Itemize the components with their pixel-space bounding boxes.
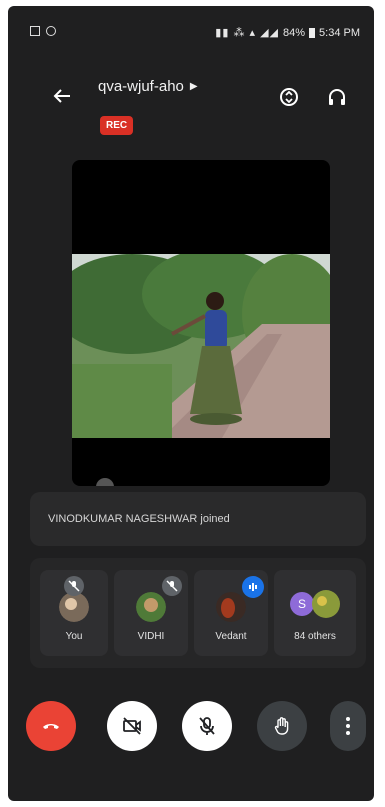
video-frame — [72, 254, 330, 438]
join-notification: VINODKUMAR NAGESHWAR joined — [30, 492, 366, 546]
avatar — [59, 592, 89, 622]
participant-name: VIDHI — [137, 631, 165, 642]
speaking-indicator-icon — [242, 576, 264, 598]
participant-tile-others[interactable]: S 84 others — [274, 570, 356, 656]
avatar — [136, 592, 166, 622]
participant-name: You — [65, 631, 83, 642]
avatar: S — [290, 592, 314, 616]
mic-off-icon — [64, 576, 84, 596]
gallery-notification-icon — [30, 26, 40, 36]
more-options-button[interactable] — [330, 701, 366, 751]
phone-hangup-icon — [43, 724, 59, 729]
avatar — [312, 590, 340, 618]
presenter-video-tile[interactable] — [72, 160, 330, 486]
back-arrow-icon[interactable] — [52, 86, 72, 110]
end-call-button[interactable] — [26, 701, 76, 751]
battery-percent: 84% — [283, 26, 306, 39]
sync-notification-icon — [46, 26, 56, 36]
raise-hand-button[interactable] — [257, 701, 307, 751]
chevron-right-icon: ▶ — [189, 81, 198, 92]
participant-name: Vedant — [215, 631, 247, 642]
audio-output-icon[interactable] — [326, 86, 348, 108]
clock: 5:34 PM — [319, 26, 360, 39]
signal-icon: ▮▮ ⁂ ▴ ◢◢ — [215, 27, 279, 39]
toggle-mic-button[interactable] — [182, 701, 232, 751]
mic-off-icon — [199, 717, 215, 735]
participant-tile-you[interactable]: You — [40, 570, 108, 656]
recording-badge: REC — [100, 116, 134, 135]
battery-icon — [309, 27, 316, 38]
status-bar: ▮▮ ⁂ ▴ ◢◢ 84% 5:34 PM — [8, 6, 374, 50]
avatar — [216, 592, 246, 622]
meet-call-screen: ▮▮ ⁂ ▴ ◢◢ 84% 5:34 PM qva-wjuf-aho ▶ REC — [8, 6, 374, 801]
join-notification-text: VINODKUMAR NAGESHWAR joined — [48, 513, 230, 525]
participant-tile-vedant[interactable]: Vedant — [194, 570, 268, 656]
tile-avatar-indicator — [96, 478, 114, 486]
mic-off-icon — [162, 576, 182, 596]
hand-icon — [274, 717, 289, 735]
participant-tile-vidhi[interactable]: VIDHI — [114, 570, 188, 656]
meeting-title[interactable]: qva-wjuf-aho ▶ — [98, 78, 198, 95]
camera-off-icon — [123, 717, 141, 735]
participant-name: 84 others — [294, 631, 336, 642]
toggle-camera-button[interactable] — [107, 701, 157, 751]
participant-strip: You VIDHI Vedant S 84 others — [30, 558, 366, 668]
more-vertical-icon — [346, 717, 350, 735]
switch-camera-icon[interactable] — [278, 86, 300, 108]
meeting-code: qva-wjuf-aho — [98, 78, 184, 95]
